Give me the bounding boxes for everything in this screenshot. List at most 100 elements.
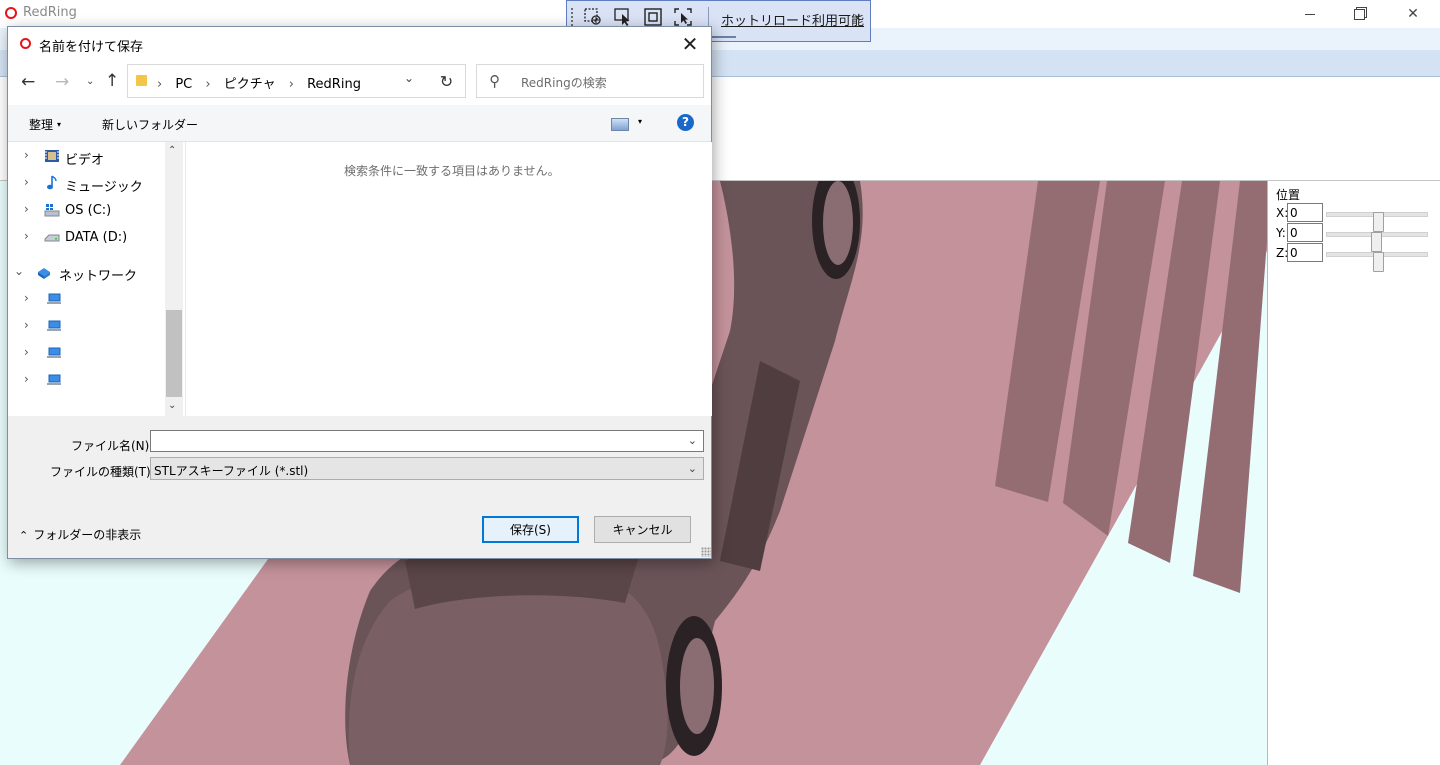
y-input[interactable] (1287, 223, 1323, 242)
organize-button[interactable]: 整理 ▾ (29, 116, 61, 133)
minimize-icon (1305, 13, 1315, 15)
expand-arrow-icon[interactable]: › (24, 291, 29, 305)
scrollbar-thumb[interactable] (166, 310, 182, 397)
tree-label-network: ネットワーク (59, 269, 138, 284)
tree-label-videos: ビデオ (65, 153, 105, 168)
tree-label-music: ミュージック (65, 180, 143, 195)
dialog-close-button[interactable]: ✕ (672, 30, 708, 58)
position-title: 位置 (1276, 188, 1301, 202)
caret-down-icon: ▾ (57, 120, 62, 129)
network-icon (38, 268, 50, 279)
recent-locations-button[interactable]: ⌄ (86, 76, 94, 87)
search-placeholder: RedRingの検索 (521, 76, 607, 90)
z-slider[interactable] (1326, 252, 1428, 272)
dialog-app-icon (20, 38, 31, 49)
save-form: ファイル名(N): ⌄ ファイルの種類(T): STLアスキーファイル (*.s… (8, 416, 711, 558)
tree-label-os-drive: OS (C:) (65, 203, 112, 218)
search-input[interactable]: ⚲ RedRingの検索 (476, 64, 704, 98)
file-type-select[interactable]: STLアスキーファイル (*.stl) ⌄ (150, 457, 704, 480)
back-button[interactable]: ← (21, 72, 35, 92)
expand-arrow-icon[interactable]: › (24, 175, 29, 189)
x-slider[interactable] (1326, 212, 1428, 232)
empty-results-message: 検索条件に一致する項目はありません。 (344, 164, 560, 178)
file-type-dropdown-icon[interactable]: ⌄ (688, 462, 697, 475)
breadcrumb: › PC › ピクチャ › RedRing (157, 73, 370, 92)
save-as-dialog: 名前を付けて保存 ✕ ← → ⌄ ↑ › PC › ピクチャ › RedRing… (7, 26, 712, 559)
scroll-down-icon[interactable]: ⌄ (168, 400, 176, 411)
y-slider[interactable] (1326, 232, 1428, 252)
position-panel: 位置 X: Y: Z: (1267, 181, 1440, 765)
pointer-select-icon[interactable] (613, 7, 633, 27)
axis-row-x: X: (1276, 203, 1438, 232)
file-name-input[interactable]: ⌄ (150, 430, 704, 452)
expand-arrow-icon[interactable]: › (24, 202, 29, 216)
computer-icon (47, 374, 61, 385)
cancel-button[interactable]: キャンセル (594, 516, 691, 543)
file-name-dropdown-icon[interactable]: ⌄ (688, 434, 697, 447)
search-icon: ⚲ (489, 72, 500, 90)
main-window-title: RedRing (23, 5, 77, 20)
track-focus-icon[interactable] (673, 7, 693, 27)
help-button[interactable]: ? (677, 114, 694, 131)
dialog-title-bar: 名前を付けて保存 ✕ (8, 27, 711, 61)
tree-label-data-drive: DATA (D:) (65, 230, 128, 245)
forward-button[interactable]: → (55, 72, 69, 92)
axis-label-y: Y: (1276, 226, 1286, 240)
navigation-pane: › ビデオ › ミュージック › OS (C:) › DATA (D:) ⌄ ネ… (8, 142, 185, 416)
file-type-value: STLアスキーファイル (*.stl) (154, 464, 309, 478)
nav-pane-scrollbar[interactable]: ⌃ ⌄ (165, 142, 183, 416)
data-drive-icon (44, 234, 60, 242)
breadcrumb-redring[interactable]: RedRing (307, 77, 361, 92)
scroll-up-icon[interactable]: ⌃ (168, 145, 176, 156)
organize-label: 整理 (29, 118, 54, 132)
up-button[interactable]: ↑ (105, 71, 119, 91)
z-input[interactable] (1287, 243, 1323, 262)
expand-arrow-icon[interactable]: › (24, 372, 29, 386)
chevron-up-icon: ⌃ (19, 529, 29, 542)
display-layout-icon[interactable] (643, 7, 663, 27)
address-dropdown-button[interactable]: ⌄ (404, 71, 414, 85)
dialog-title: 名前を付けて保存 (39, 40, 144, 55)
crumb-separator: › (205, 77, 211, 92)
expand-arrow-icon[interactable]: › (24, 148, 29, 162)
expand-arrow-icon[interactable]: › (24, 318, 29, 332)
expand-arrow-icon[interactable]: › (24, 345, 29, 359)
refresh-button[interactable]: ↻ (428, 64, 466, 98)
restore-button[interactable] (1336, 0, 1382, 28)
resize-grip-icon[interactable] (701, 547, 711, 557)
collapse-arrow-icon[interactable]: ⌄ (14, 264, 24, 278)
crumb-separator: › (288, 77, 294, 92)
computer-icon (47, 293, 61, 304)
axis-row-y: Y: (1276, 223, 1438, 252)
file-list[interactable]: 検索条件に一致する項目はありません。 (185, 142, 712, 416)
minimize-button[interactable] (1287, 0, 1333, 28)
os-drive-icon (44, 204, 60, 217)
address-bar[interactable]: › PC › ピクチャ › RedRing ⌄ (127, 64, 430, 98)
main-close-button[interactable]: ✕ (1390, 0, 1436, 28)
rear-wheel-rim (680, 638, 714, 734)
breadcrumb-pc[interactable]: PC (175, 77, 192, 92)
file-type-label: ファイルの種類(T): (50, 465, 155, 479)
save-button[interactable]: 保存(S) (482, 516, 579, 543)
new-folder-button[interactable]: 新しいフォルダー (102, 116, 198, 133)
view-options-dropdown[interactable]: ▾ (638, 117, 642, 126)
file-name-label: ファイル名(N): (71, 439, 154, 453)
crumb-separator: › (157, 77, 163, 92)
hide-folders-toggle[interactable]: ⌃ フォルダーの非表示 (19, 526, 141, 543)
folder-icon (136, 75, 147, 86)
collapse-toolbar-button[interactable]: ‹ (855, 8, 861, 26)
computer-icon (47, 347, 61, 358)
z-slider-thumb[interactable] (1373, 252, 1384, 272)
navigation-bar: ← → ⌄ ↑ › PC › ピクチャ › RedRing ⌄ ↻ ⚲ RedR… (8, 61, 711, 105)
command-bar: 整理 ▾ 新しいフォルダー ▾ ? (8, 105, 711, 142)
hot-reload-status-link[interactable]: ホットリロード利用可能 (721, 10, 864, 29)
video-folder-icon (45, 150, 59, 162)
expand-arrow-icon[interactable]: › (24, 229, 29, 243)
restore-icon (1353, 8, 1365, 20)
breadcrumb-pictures[interactable]: ピクチャ (224, 77, 276, 92)
select-element-icon[interactable] (583, 7, 603, 27)
music-note-icon (47, 175, 57, 190)
redring-logo-icon (5, 7, 17, 19)
x-input[interactable] (1287, 203, 1323, 222)
view-options-icon[interactable] (611, 118, 629, 131)
